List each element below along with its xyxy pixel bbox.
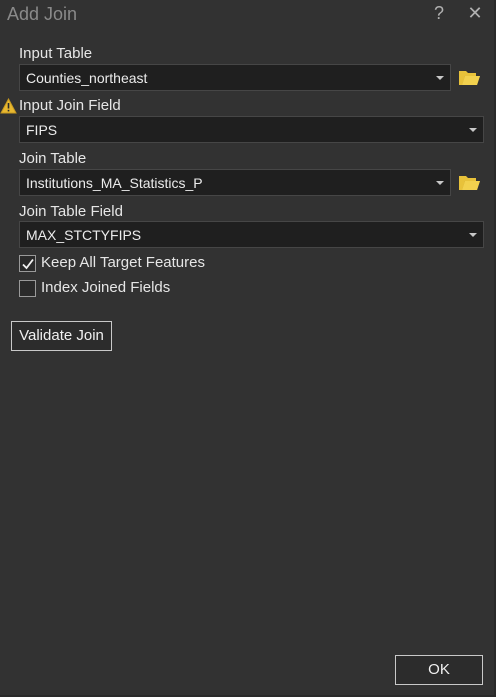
dialog-title: Add Join bbox=[7, 4, 78, 24]
input-join-field-value: FIPS bbox=[26, 122, 58, 138]
join-table-value: Institutions_MA_Statistics_P bbox=[26, 175, 203, 191]
checkbox-box[interactable] bbox=[19, 255, 36, 272]
chevron-down-icon bbox=[469, 128, 477, 132]
checkmark-icon bbox=[22, 258, 34, 270]
folder-icon[interactable] bbox=[458, 173, 482, 193]
add-join-dialog: Add Join ? ✕ Input Table Counties_northe… bbox=[0, 0, 496, 697]
ok-button[interactable]: OK bbox=[395, 655, 483, 685]
close-button[interactable]: ✕ bbox=[464, 3, 486, 24]
join-table-field-value: MAX_STCTYFIPS bbox=[26, 227, 142, 243]
join-table-label: Join Table bbox=[19, 150, 87, 167]
keep-all-target-features-label: Keep All Target Features bbox=[41, 254, 205, 271]
chevron-down-icon bbox=[436, 76, 444, 80]
input-table-label: Input Table bbox=[19, 45, 93, 62]
title-bar: Add Join ? ✕ bbox=[0, 0, 496, 30]
chevron-down-icon bbox=[469, 233, 477, 237]
input-table-value: Counties_northeast bbox=[26, 70, 148, 86]
validate-join-button[interactable]: Validate Join bbox=[11, 321, 112, 351]
checkbox-box[interactable] bbox=[19, 280, 36, 297]
help-button[interactable]: ? bbox=[428, 3, 450, 24]
join-table-dropdown[interactable]: Institutions_MA_Statistics_P bbox=[19, 169, 451, 196]
input-join-field-dropdown[interactable]: FIPS bbox=[19, 116, 484, 143]
index-joined-fields-label: Index Joined Fields bbox=[41, 279, 171, 296]
join-table-field-label: Join Table Field bbox=[19, 203, 123, 220]
chevron-down-icon bbox=[436, 181, 444, 185]
input-join-field-label: Input Join Field bbox=[19, 97, 121, 114]
warning-icon bbox=[0, 97, 17, 114]
join-table-field-dropdown[interactable]: MAX_STCTYFIPS bbox=[19, 221, 484, 248]
folder-icon[interactable] bbox=[458, 68, 482, 88]
input-table-dropdown[interactable]: Counties_northeast bbox=[19, 64, 451, 91]
